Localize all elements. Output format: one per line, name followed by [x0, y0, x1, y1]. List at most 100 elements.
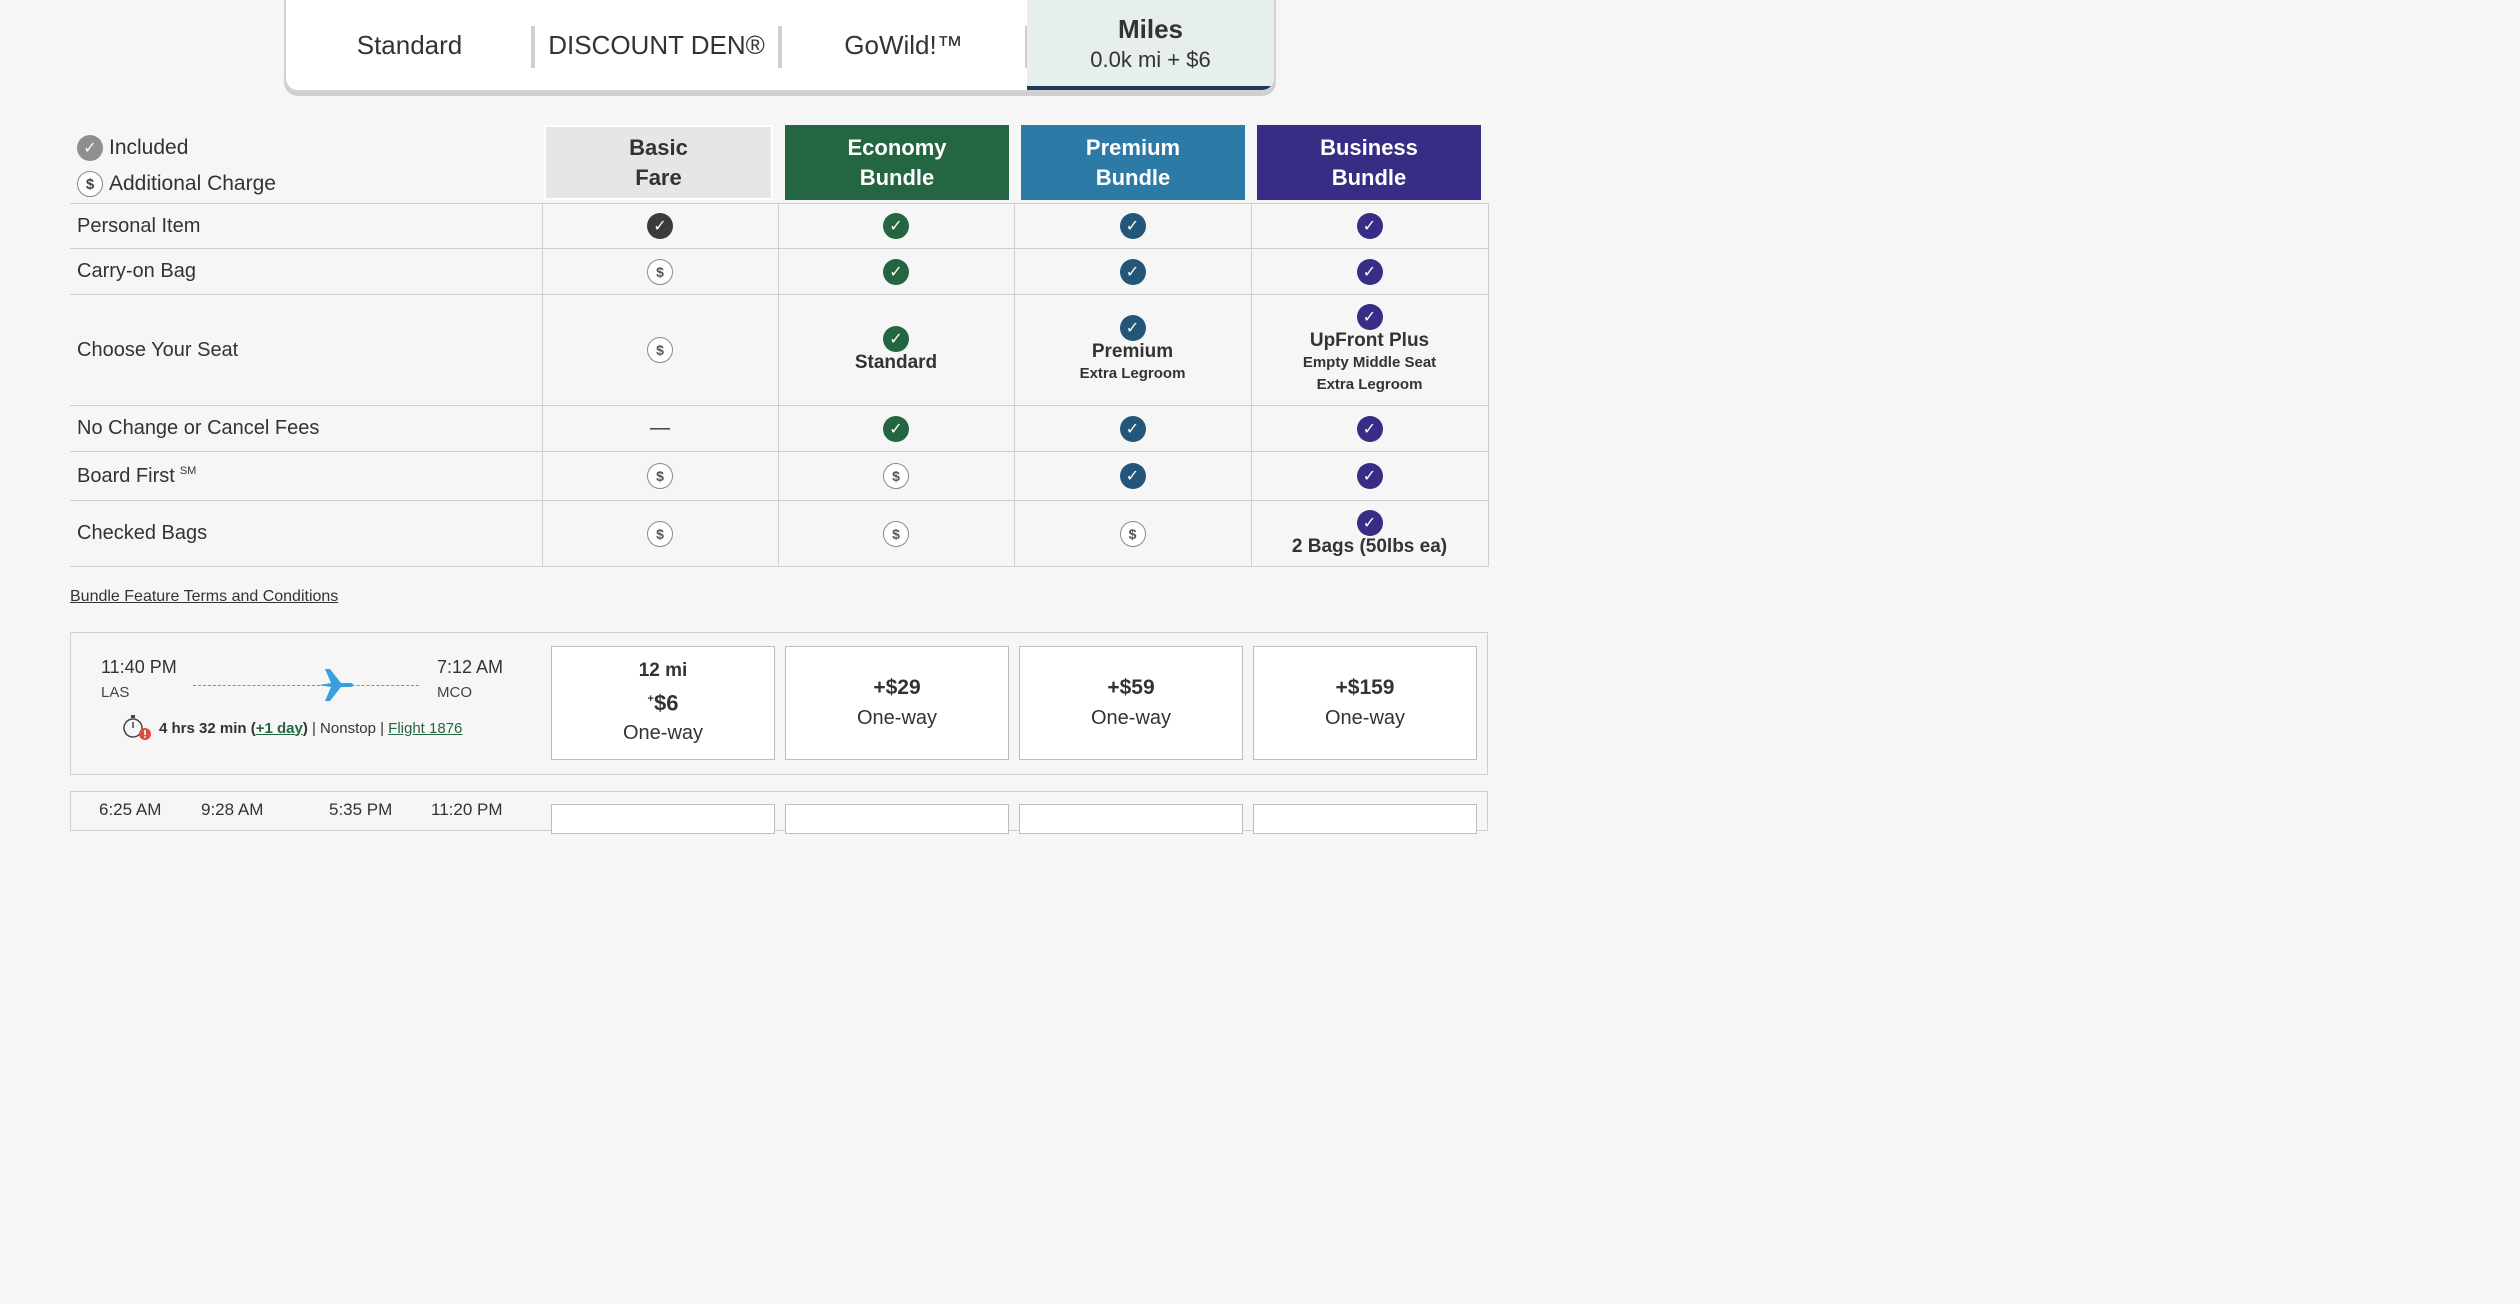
depart-time: 6:25 AM — [99, 800, 162, 819]
price-economy-bundle[interactable]: +$29 One-way — [785, 646, 1009, 760]
header-line: Bundle — [1331, 164, 1407, 190]
arrive-airport: MCO — [437, 684, 472, 701]
flight-card: 11:40 PM LAS 7:12 AM MCO 4 hrs 32 min (+… — [70, 632, 1488, 775]
tab-label: DISCOUNT DEN® — [548, 29, 765, 60]
tab-standard[interactable]: Standard — [286, 0, 535, 90]
route-line — [193, 685, 419, 686]
feature-label: Choose Your Seat — [70, 294, 543, 406]
seat-type: Standard — [854, 352, 938, 373]
check-icon: ✓ — [1119, 213, 1146, 239]
tab-label: Standard — [356, 29, 463, 60]
dollar-icon: $ — [77, 171, 103, 197]
dollar-icon: $ — [647, 520, 673, 547]
seat-detail: Extra Legroom — [1316, 376, 1423, 393]
check-icon: ✓ — [1356, 213, 1383, 239]
tab-discount-den[interactable]: DISCOUNT DEN® — [533, 0, 782, 90]
check-icon: ✓ — [1119, 315, 1146, 341]
header-line: Fare — [635, 164, 682, 190]
price-basic-fare[interactable]: 12 mi +$6 One-way — [551, 646, 775, 760]
bundle-features-table: Personal Item ✓ ✓ ✓ ✓ Carry-on Bag $ ✓ ✓… — [70, 203, 1489, 567]
header-line: Premium — [1085, 134, 1181, 160]
check-icon: ✓ — [1356, 258, 1383, 285]
check-icon: ✓ — [1356, 304, 1383, 330]
price-premium-bundle[interactable]: +$59 One-way — [1019, 646, 1243, 760]
check-icon: ✓ — [1356, 415, 1383, 442]
header-business-bundle: Business Bundle — [1257, 125, 1481, 200]
check-icon: ✓ — [883, 258, 909, 285]
header-basic-fare: Basic Fare — [544, 125, 773, 200]
depart-airport: LAS — [101, 684, 130, 701]
table-row: Checked Bags $ $ $ ✓ 2 Bags (50lbs ea) — [70, 500, 1489, 567]
check-icon: ✓ — [1119, 258, 1146, 285]
dollar-icon: $ — [883, 463, 909, 489]
table-row: Board First SM $ $ ✓ ✓ — [70, 451, 1489, 501]
price-trip-type: One-way — [1090, 707, 1172, 729]
feature-label: Personal Item — [70, 203, 543, 249]
check-icon: ✓ — [1356, 509, 1383, 536]
feature-label: Board First SM — [70, 451, 543, 501]
header-line: Economy — [847, 134, 947, 160]
table-row: Personal Item ✓ ✓ ✓ ✓ — [70, 203, 1489, 249]
price-amount: +$29 — [873, 676, 921, 699]
flight-number-link[interactable]: Flight 1876 — [388, 720, 462, 737]
seat-detail: Extra Legroom — [1079, 365, 1186, 382]
service-mark: SM — [179, 464, 197, 477]
flight-details: 4 hrs 32 min (+1 day) | Nonstop | Flight… — [121, 713, 462, 743]
header-line: Bundle — [859, 164, 935, 190]
check-icon: ✓ — [883, 326, 909, 352]
price-premium-bundle[interactable] — [1019, 804, 1243, 834]
header-line: Bundle — [1095, 164, 1171, 190]
dollar-icon: $ — [647, 337, 673, 363]
feature-label-text: Board First — [77, 464, 175, 487]
feature-label: Carry-on Bag — [70, 248, 543, 295]
nonstop-label: | Nonstop | — [307, 719, 389, 737]
price-cash-amount: $6 — [653, 690, 679, 716]
price-economy-bundle[interactable] — [785, 804, 1009, 834]
price-trip-type: One-way — [1324, 707, 1406, 729]
tab-gowild[interactable]: GoWild!™ — [780, 0, 1029, 90]
tab-miles-value: 0.0k mi + $6 — [1090, 46, 1211, 72]
plus-one-day-link[interactable]: +1 day — [256, 720, 303, 737]
stopwatch-alert-icon — [123, 715, 151, 740]
connection-time: 5:35 PM — [329, 800, 393, 819]
arrive-time: 7:12 AM — [437, 657, 504, 677]
legend-included: Included — [109, 136, 189, 159]
check-icon: ✓ — [647, 213, 673, 239]
feature-label: No Change or Cancel Fees — [70, 405, 543, 452]
header-line: Business — [1320, 134, 1418, 160]
price-cash: +$6 — [648, 684, 679, 718]
price-miles: 12 mi — [638, 659, 688, 681]
tab-miles[interactable]: Miles 0.0k mi + $6 — [1027, 0, 1274, 90]
tab-label: GoWild!™ — [844, 29, 963, 60]
header-premium-bundle: Premium Bundle — [1021, 125, 1245, 200]
bundle-terms-link[interactable]: Bundle Feature Terms and Conditions — [70, 588, 338, 606]
not-available-dash: — — [650, 417, 670, 439]
price-amount: +$159 — [1335, 676, 1395, 699]
price-amount: +$59 — [1107, 676, 1155, 699]
tab-label: Miles — [1117, 13, 1184, 44]
connection-time: 9:28 AM — [201, 800, 264, 819]
check-icon: ✓ — [883, 415, 909, 442]
price-business-bundle[interactable] — [1253, 804, 1477, 834]
dollar-icon: $ — [647, 463, 673, 489]
arrive-time: 11:20 PM — [431, 800, 503, 819]
price-trip-type: One-way — [856, 707, 938, 729]
legend: ✓ Included $ Additional Charge — [77, 130, 276, 202]
flight-card: 6:25 AM 9:28 AM 5:35 PM 11:20 PM — [70, 791, 1488, 834]
price-basic-fare[interactable] — [551, 804, 775, 834]
depart-time: 11:40 PM — [101, 657, 177, 677]
airplane-icon — [319, 669, 354, 701]
check-icon: ✓ — [1119, 415, 1146, 442]
dollar-icon: $ — [883, 520, 909, 547]
check-icon: ✓ — [1119, 463, 1146, 489]
price-business-bundle[interactable]: +$159 One-way — [1253, 646, 1477, 760]
table-row: No Change or Cancel Fees — ✓ ✓ ✓ — [70, 405, 1489, 452]
table-row: Carry-on Bag $ ✓ ✓ ✓ — [70, 248, 1489, 295]
flight-duration: 4 hrs 32 min ( — [159, 719, 256, 737]
legend-additional: Additional Charge — [109, 172, 276, 195]
dollar-icon: $ — [647, 258, 673, 285]
table-row: Choose Your Seat $ ✓ Standard ✓ Premium … — [70, 294, 1489, 406]
check-icon: ✓ — [883, 213, 909, 239]
bag-allowance: 2 Bags (50lbs ea) — [1291, 535, 1448, 557]
fare-type-tabs: Standard DISCOUNT DEN® GoWild!™ Miles 0.… — [284, 0, 1276, 92]
